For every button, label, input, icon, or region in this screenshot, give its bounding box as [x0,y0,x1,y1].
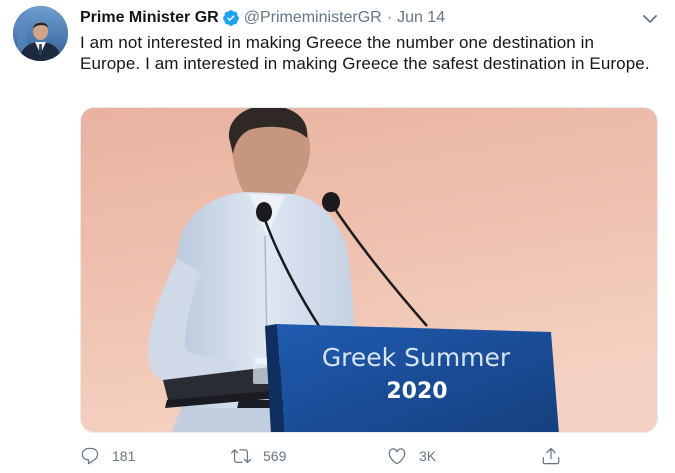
tweet-header: Prime Minister GR @PrimeministerGR · Jun… [80,7,445,29]
like-button[interactable]: 3K [387,444,436,468]
user-handle[interactable]: @PrimeministerGR [244,9,382,27]
chevron-down-icon[interactable] [641,10,659,28]
avatar[interactable] [13,6,68,61]
reply-icon [80,446,112,466]
tweet-date[interactable]: Jun 14 [397,9,445,27]
verified-badge-icon [222,9,240,27]
share-button[interactable] [541,444,573,468]
display-name[interactable]: Prime Minister GR [80,9,219,27]
podium-year: 2020 [386,379,447,404]
retweet-icon [231,446,263,466]
retweet-count: 569 [263,448,287,464]
reply-count: 181 [112,448,136,464]
share-icon [541,446,573,466]
retweet-button[interactable]: 569 [231,444,286,468]
tweet-media-photo[interactable]: Greek Summer 2020 [80,107,658,433]
reply-button[interactable]: 181 [80,444,135,468]
tweet-card[interactable]: Prime Minister GR @PrimeministerGR · Jun… [0,0,675,473]
header-separator: · [386,9,393,26]
like-count: 3K [419,448,437,464]
tweet-actions: 181 569 3K [80,444,580,468]
heart-icon [387,446,419,466]
podium-title: Greek Summer [322,343,511,372]
tweet-text: I am not interested in making Greece the… [80,33,650,73]
